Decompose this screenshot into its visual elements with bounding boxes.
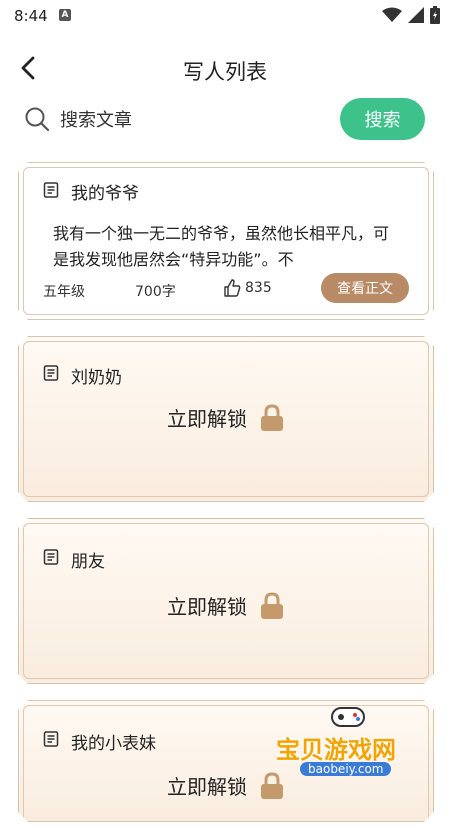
notification-icon: A	[59, 9, 71, 21]
document-icon	[43, 182, 59, 198]
unlock-label: 立即解锁	[167, 775, 247, 799]
unlock-label: 立即解锁	[167, 407, 247, 431]
battery-icon	[430, 6, 440, 24]
watermark-url: baobeiy.com	[300, 762, 392, 776]
status-bar: 8:44 A	[0, 0, 450, 32]
watermark-text: 宝贝游戏网	[276, 736, 396, 764]
article-word-count: 700字	[135, 284, 176, 300]
search-input[interactable]	[58, 102, 322, 138]
status-time: 8:44	[14, 7, 48, 25]
article-grade: 五年级	[43, 284, 85, 300]
article-likes: 835	[223, 279, 272, 297]
search-icon	[25, 107, 50, 132]
header: 写人列表	[0, 40, 450, 96]
likes-count: 835	[245, 280, 272, 296]
search-button[interactable]: 搜索	[340, 98, 425, 140]
article-title: 我的爷爷	[71, 184, 139, 204]
watermark: 宝贝游戏网 baobeiy.com	[270, 700, 440, 790]
lock-icon	[259, 592, 285, 620]
thumbs-up-icon	[223, 279, 241, 297]
search-bar: 搜索	[0, 96, 450, 146]
article-title: 刘奶奶	[71, 368, 122, 388]
article-excerpt: 我有一个独一无二的爷爷，虽然他长相平凡，可是我发现他居然会“特异功能”。不	[53, 224, 390, 269]
read-article-button[interactable]: 查看正文	[321, 273, 409, 303]
page-title: 写人列表	[183, 60, 267, 84]
wifi-icon	[382, 7, 402, 22]
status-indicators	[382, 6, 440, 24]
locked-article-card[interactable]: 刘奶奶 立即解锁	[18, 336, 434, 502]
gamepad-icon	[331, 707, 365, 727]
document-icon	[43, 549, 59, 565]
unlock-label: 立即解锁	[167, 595, 247, 619]
lock-icon	[259, 404, 285, 432]
locked-article-card[interactable]: 朋友 立即解锁	[18, 518, 434, 684]
unlock-area[interactable]: 立即解锁	[19, 403, 433, 432]
document-icon	[43, 365, 59, 381]
article-title: 我的小表妹	[71, 734, 156, 754]
article-title: 朋友	[71, 552, 105, 572]
document-icon	[43, 731, 59, 747]
signal-icon	[408, 7, 424, 23]
article-card[interactable]: 我的爷爷 我有一个独一无二的爷爷，虽然他长相平凡，可是我发现他居然会“特异功能”…	[18, 162, 434, 320]
unlock-area[interactable]: 立即解锁	[19, 591, 433, 620]
